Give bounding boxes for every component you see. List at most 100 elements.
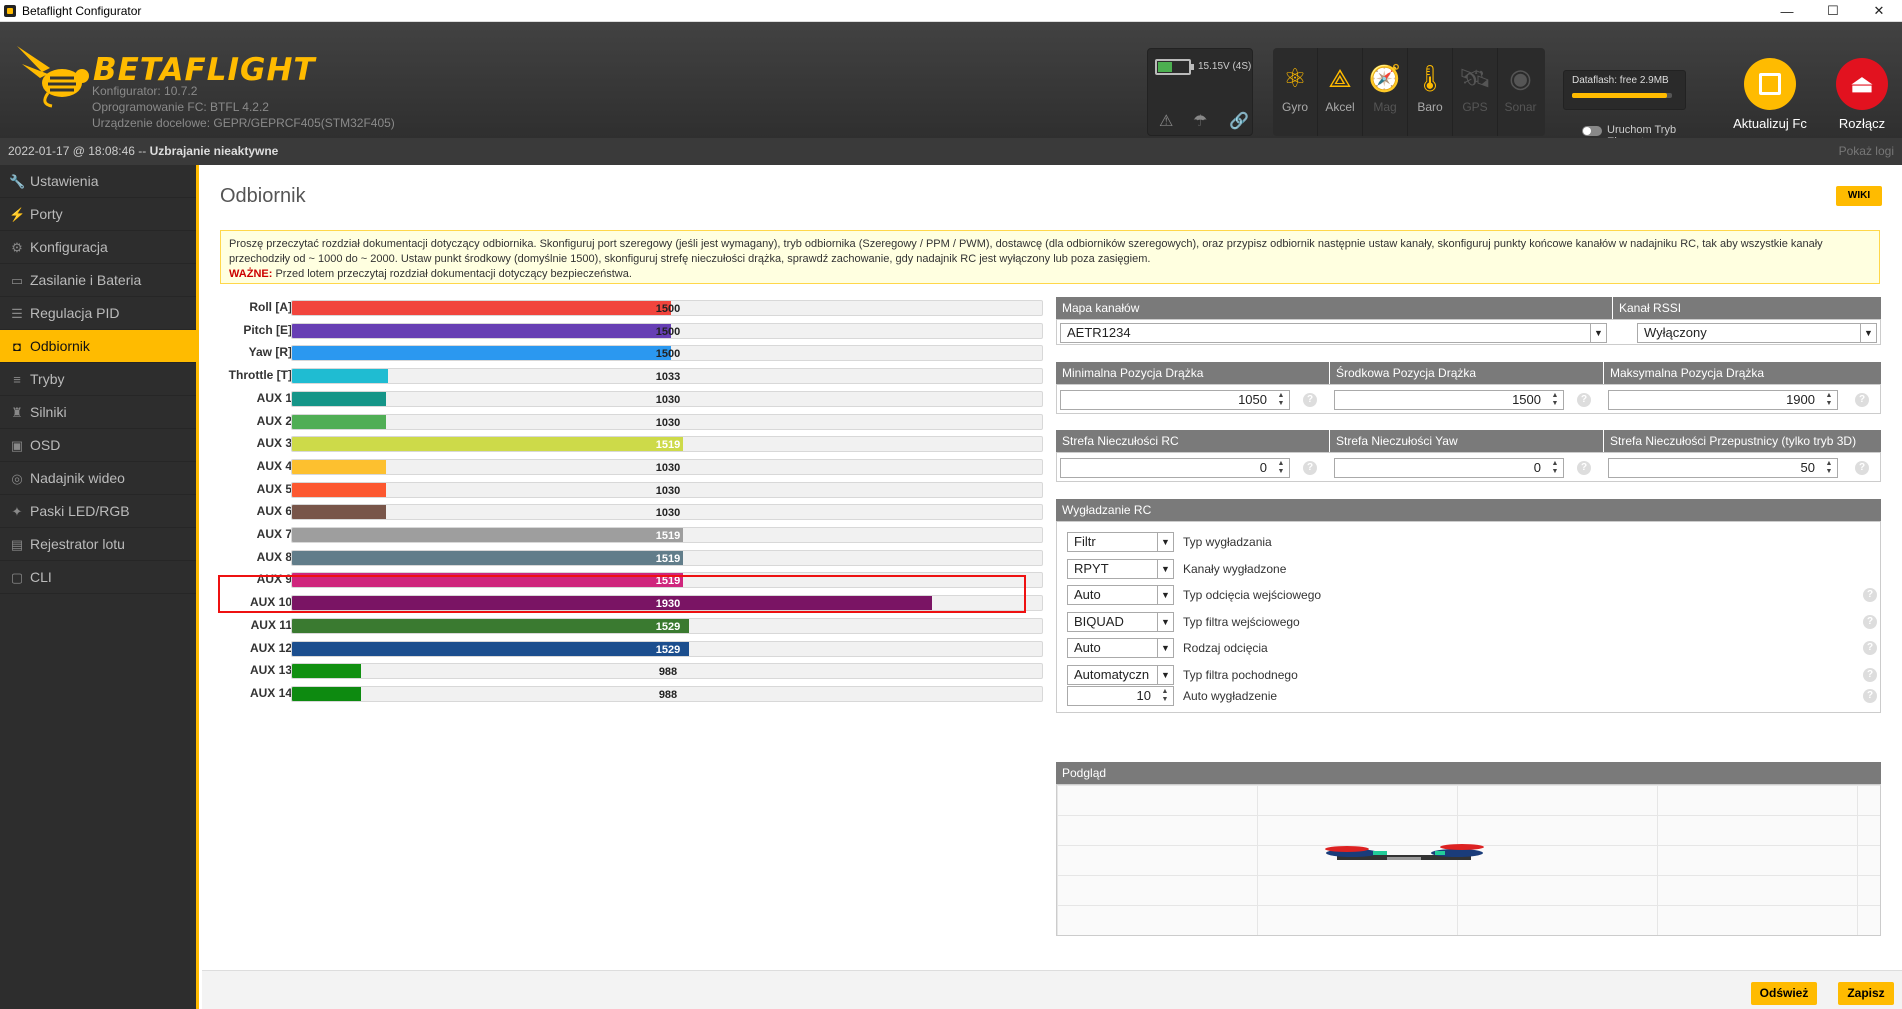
- smoothing-select[interactable]: Filtr ▼: [1067, 532, 1174, 552]
- maximize-button[interactable]: ☐: [1810, 0, 1856, 22]
- smoothing-label: Typ wygładzania: [1183, 535, 1272, 549]
- spinner-icon[interactable]: ▲ ▼: [1823, 392, 1835, 408]
- sidebar-item-label: Odbiornik: [30, 338, 90, 354]
- sidebar-item-tryby[interactable]: ≡ Tryby: [0, 363, 196, 396]
- battery-icon: [1155, 59, 1194, 75]
- channel-bar-track: 1930: [291, 595, 1043, 612]
- channel-bar-track: 1519: [291, 572, 1043, 589]
- sidebar-item-paski-led-rgb[interactable]: ✦ Paski LED/RGB: [0, 495, 196, 528]
- sidebar-item-label: Porty: [30, 206, 63, 222]
- help-icon[interactable]: ?: [1863, 641, 1877, 655]
- throttle-deadband-input[interactable]: 50 ▲ ▼: [1608, 458, 1838, 478]
- min-stick-input[interactable]: 1050 ▲ ▼: [1060, 390, 1290, 410]
- sliders-icon: ☰: [11, 306, 23, 321]
- configurator-version: Konfigurator: 10.7.2: [92, 84, 198, 98]
- battery-icon: ▭: [10, 273, 24, 288]
- channel-row: AUX 1 1030: [220, 388, 1045, 410]
- refresh-button[interactable]: Odśwież: [1751, 982, 1817, 1005]
- auto-smoothing-input[interactable]: 10 ▲ ▼: [1067, 686, 1174, 706]
- minimize-button[interactable]: —: [1764, 0, 1810, 22]
- throttle-deadband-header: Strefa Nieczułości Przepustnicy (tylko t…: [1604, 430, 1881, 452]
- expert-mode-toggle[interactable]: [1582, 126, 1602, 136]
- update-firmware-button[interactable]: Aktualizuj Fc: [1716, 58, 1824, 131]
- mid-stick-header: Środkowa Pozycja Drążka: [1330, 362, 1603, 384]
- help-icon[interactable]: ?: [1303, 461, 1317, 475]
- status-datetime: 2022-01-17 @ 18:08:46 --: [8, 144, 147, 158]
- sidebar-item-regulacja-pid[interactable]: ☰ Regulacja PID: [0, 297, 196, 330]
- sidebar-item-konfiguracja[interactable]: ⚙ Konfiguracja: [0, 231, 196, 264]
- modes-icon: ≡: [13, 372, 21, 387]
- spinner-icon[interactable]: ▲ ▼: [1823, 460, 1835, 476]
- help-icon[interactable]: ?: [1863, 614, 1877, 629]
- sidebar: 🔧 Ustawienia ⚡ Porty ⚙ Konfiguracja ▭ Zasilanie…: [0, 165, 199, 1009]
- title-bar: Betaflight Configurator — ☐ ✕: [0, 0, 1902, 22]
- channel-bar-track: 1500: [291, 300, 1043, 316]
- help-icon[interactable]: ?: [1863, 588, 1877, 602]
- sidebar-item-silniki[interactable]: ♜ Silniki: [0, 396, 196, 429]
- sidebar-item-ustawienia[interactable]: 🔧 Ustawienia: [0, 165, 196, 198]
- sensor-sonar: ◉ Sonar: [1498, 48, 1543, 136]
- help-icon[interactable]: ?: [1863, 689, 1877, 703]
- close-button[interactable]: ✕: [1856, 0, 1902, 22]
- sidebar-item-porty[interactable]: ⚡ Porty: [0, 198, 196, 231]
- disconnect-button[interactable]: ⏏ Rozłącz: [1822, 58, 1902, 131]
- sidebar-item-label: CLI: [30, 569, 52, 585]
- sidebar-item-odbiornik[interactable]: ◘ Odbiornik: [0, 330, 196, 363]
- channel-value: 1500: [655, 325, 681, 338]
- spinner-icon[interactable]: ▲ ▼: [1549, 392, 1561, 408]
- channel-row: AUX 2 1030: [220, 411, 1045, 433]
- show-log-link[interactable]: Pokaż logi: [1839, 138, 1894, 165]
- sidebar-item-label: OSD: [30, 437, 61, 453]
- gamepad-icon: ◘: [13, 339, 21, 354]
- smoothing-select[interactable]: Auto ▼: [1067, 638, 1174, 658]
- blackbox-icon: ▤: [10, 537, 24, 552]
- help-icon[interactable]: ?: [1863, 667, 1877, 682]
- sidebar-item-rejestrator-lotu[interactable]: ▤ Rejestrator lotu: [0, 528, 196, 561]
- channel-map-select[interactable]: AETR1234 ▼: [1060, 323, 1607, 343]
- spinner-icon[interactable]: ▲ ▼: [1549, 460, 1561, 476]
- help-icon[interactable]: ?: [1855, 393, 1869, 407]
- smoothing-select[interactable]: Automatyczn ▼: [1067, 664, 1174, 685]
- max-stick-input[interactable]: 1900 ▲ ▼: [1608, 390, 1838, 410]
- yaw-deadband-input[interactable]: 0 ▲ ▼: [1334, 458, 1564, 478]
- channel-value: 1519: [655, 575, 681, 588]
- accel-icon: ⟁: [1328, 63, 1352, 93]
- sidebar-item-osd[interactable]: ▣ OSD: [0, 429, 196, 462]
- smoothing-select[interactable]: BIQUAD ▼: [1067, 611, 1174, 632]
- channel-value: 1030: [655, 461, 681, 474]
- mid-stick-input[interactable]: 1500 ▲ ▼: [1334, 390, 1564, 410]
- spinner-icon[interactable]: ▲ ▼: [1159, 688, 1171, 704]
- channel-label: Yaw [R]: [248, 345, 292, 360]
- smoothing-header: Wygładzanie RC: [1056, 499, 1881, 521]
- help-icon[interactable]: ?: [1577, 393, 1591, 407]
- terminal-icon: ▢: [10, 570, 24, 585]
- channel-value: 1519: [655, 530, 681, 542]
- spinner-icon[interactable]: ▲ ▼: [1275, 460, 1287, 476]
- rc-deadband-input[interactable]: 0 ▲ ▼: [1060, 458, 1290, 478]
- chevron-down-icon: ▼: [1860, 324, 1876, 342]
- smoothing-row: Automatyczn ▼ Typ filtra pochodnego?: [1067, 663, 1877, 687]
- gear-icon: ⚙: [11, 240, 23, 255]
- wiki-button[interactable]: WIKI: [1836, 186, 1882, 206]
- help-icon[interactable]: ?: [1303, 393, 1317, 407]
- channel-label: Throttle [T]: [228, 368, 292, 383]
- sidebar-item-nadajnik-wideo[interactable]: ◎ Nadajnik wideo: [0, 462, 196, 495]
- help-icon[interactable]: ?: [1855, 461, 1869, 475]
- channel-label: AUX 5: [256, 481, 292, 496]
- warning-icon: ⚠: [1159, 113, 1174, 130]
- channel-bar-track: 1500: [291, 345, 1043, 362]
- notice-important-label: WAŻNE:: [229, 268, 273, 280]
- channel-bar-track: 1529: [291, 640, 1043, 657]
- smoothing-row: Auto ▼ Typ odcięcia wejściowego?: [1067, 583, 1877, 607]
- channel-bar-track: 1033: [291, 368, 1043, 385]
- rssi-channel-select[interactable]: Wyłączony ▼: [1637, 323, 1877, 343]
- sidebar-item-cli[interactable]: ▢ CLI: [0, 561, 196, 594]
- help-icon[interactable]: ?: [1577, 461, 1591, 475]
- sidebar-item-zasilanie-i-bateria[interactable]: ▭ Zasilanie i Bateria: [0, 264, 196, 297]
- channel-value: 1030: [655, 507, 681, 520]
- save-button[interactable]: Zapisz: [1838, 982, 1894, 1005]
- channel-label: Pitch [E]: [243, 322, 292, 337]
- smoothing-select[interactable]: RPYT ▼: [1067, 558, 1174, 579]
- spinner-icon[interactable]: ▲ ▼: [1275, 392, 1287, 408]
- smoothing-select[interactable]: Auto ▼: [1067, 585, 1174, 605]
